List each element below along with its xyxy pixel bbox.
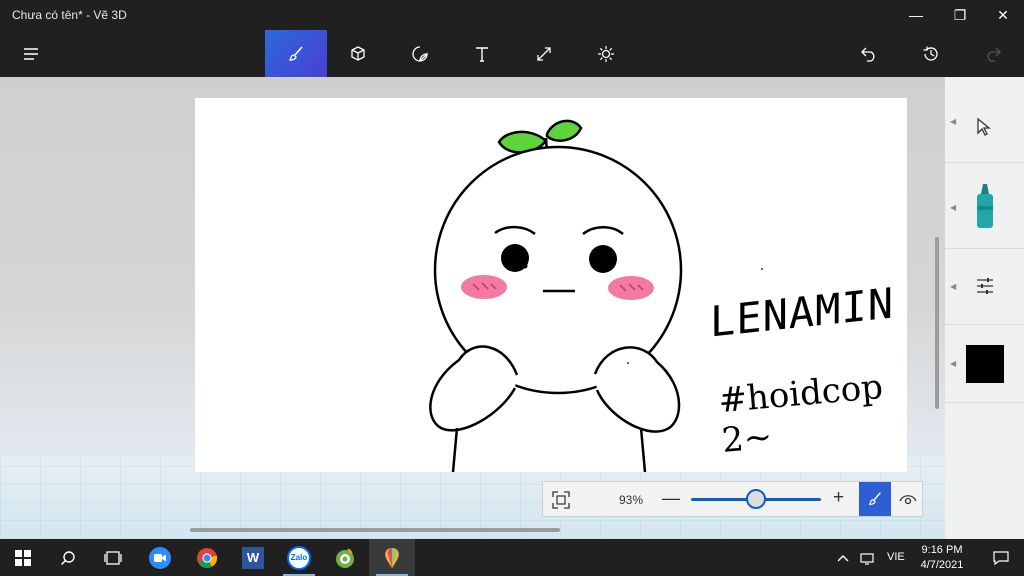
taskbar-word[interactable]: W bbox=[230, 539, 276, 576]
undo-button[interactable] bbox=[838, 30, 900, 77]
title-bar: Chưa có tên* - Vẽ 3D — ❐ ✕ bbox=[0, 0, 1024, 30]
menu-icon bbox=[24, 47, 38, 60]
chevron-left-icon: ◀ bbox=[950, 282, 957, 291]
clock-date: 4/7/2021 bbox=[920, 559, 964, 571]
stickers-button[interactable] bbox=[389, 30, 451, 77]
select-cursor-icon bbox=[977, 117, 991, 136]
window-title: Chưa có tên* - Vẽ 3D bbox=[12, 8, 127, 22]
brushes-button[interactable] bbox=[265, 30, 327, 77]
drawing-canvas[interactable]: LENAMIN #hoidcop 2~ bbox=[195, 98, 907, 472]
menu-button[interactable] bbox=[0, 30, 62, 77]
3d-shapes-button[interactable] bbox=[327, 30, 389, 77]
fit-to-screen-icon[interactable] bbox=[551, 490, 571, 510]
color-swatch[interactable] bbox=[966, 345, 1004, 383]
taskbar-zalo[interactable]: Zalo bbox=[276, 539, 322, 576]
maximize-button[interactable]: ❐ bbox=[938, 0, 982, 30]
zoom-out-button[interactable]: — bbox=[662, 488, 680, 509]
brushes-icon bbox=[288, 45, 303, 61]
marker-tool-cell[interactable]: ◀ bbox=[945, 163, 1024, 249]
main-toolbar bbox=[0, 30, 1024, 77]
taskbar-coccoc[interactable] bbox=[322, 539, 368, 576]
network-icon bbox=[860, 552, 874, 565]
zoom-in-button[interactable]: + bbox=[833, 487, 844, 509]
settings-cell[interactable]: ◀ bbox=[945, 249, 1024, 325]
stickers-icon bbox=[412, 45, 428, 62]
color-cell[interactable]: ◀ bbox=[945, 325, 1024, 403]
chrome-icon bbox=[197, 547, 218, 568]
zoom-slider-thumb[interactable] bbox=[746, 489, 766, 509]
taskbar-chrome[interactable] bbox=[184, 539, 230, 576]
coccoc-icon bbox=[336, 547, 354, 568]
handwritten-hashtag-text: #hoidcop 2~ bbox=[716, 366, 885, 461]
undo-icon bbox=[861, 47, 875, 62]
history-icon bbox=[923, 46, 938, 61]
minimize-button[interactable]: — bbox=[894, 0, 938, 30]
start-button[interactable] bbox=[0, 539, 46, 576]
task-view-icon bbox=[104, 550, 122, 565]
system-clock[interactable]: 9:16 PM 4/7/2021 bbox=[910, 543, 974, 573]
effects-icon bbox=[598, 45, 614, 62]
marker-icon bbox=[977, 184, 993, 228]
close-icon: ✕ bbox=[997, 6, 1009, 23]
paint3d-icon bbox=[385, 547, 399, 568]
canvas-button[interactable] bbox=[513, 30, 575, 77]
view-mode-button[interactable] bbox=[893, 482, 923, 516]
search-button[interactable] bbox=[45, 539, 91, 576]
text-icon bbox=[476, 46, 488, 62]
zoom-controls: 93% — + bbox=[542, 481, 923, 517]
3d-shapes-icon bbox=[351, 45, 365, 61]
show-hidden-icons-button[interactable] bbox=[831, 539, 855, 576]
chevron-up-icon bbox=[837, 554, 849, 561]
windows-start-icon bbox=[15, 549, 31, 566]
taskbar-paint3d[interactable] bbox=[369, 539, 415, 576]
task-view-button[interactable] bbox=[90, 539, 136, 576]
brush-mode-button[interactable] bbox=[859, 482, 891, 516]
zalo-icon: Zalo bbox=[287, 545, 311, 570]
select-tool-cell[interactable]: ◀ bbox=[945, 77, 1024, 163]
horizontal-scrollbar[interactable] bbox=[190, 528, 560, 532]
zoom-percentage: 93% bbox=[619, 493, 644, 507]
network-button[interactable] bbox=[855, 539, 879, 576]
language-indicator[interactable]: VIE bbox=[887, 551, 905, 563]
effects-button[interactable] bbox=[575, 30, 637, 77]
redo-icon bbox=[987, 47, 1001, 62]
clock-time: 9:16 PM bbox=[921, 544, 963, 556]
text-button[interactable] bbox=[451, 30, 513, 77]
word-icon: W bbox=[242, 546, 264, 569]
settings-sliders-icon bbox=[977, 278, 993, 294]
eye-icon bbox=[899, 495, 917, 505]
canvas-icon bbox=[537, 46, 551, 61]
chevron-left-icon: ◀ bbox=[950, 203, 957, 212]
maximize-icon: ❐ bbox=[953, 6, 967, 23]
workspace: LENAMIN #hoidcop 2~ 93% — + bbox=[0, 77, 945, 539]
close-button[interactable]: ✕ bbox=[981, 0, 1024, 30]
search-icon bbox=[60, 550, 75, 565]
brush-icon bbox=[868, 492, 881, 505]
windows-taskbar: W Zalo VIE 9:16 PM 4/7/2021 bbox=[0, 539, 1024, 576]
notification-icon bbox=[993, 550, 1009, 565]
chevron-left-icon: ◀ bbox=[950, 359, 957, 368]
history-button[interactable] bbox=[900, 30, 962, 77]
redo-button[interactable] bbox=[962, 30, 1024, 77]
tool-properties-panel: ◀ ◀ ◀ ◀ bbox=[945, 77, 1024, 539]
vertical-scrollbar[interactable] bbox=[935, 237, 939, 409]
zoom-app-icon bbox=[149, 546, 171, 569]
taskbar-zoom-app[interactable] bbox=[137, 539, 183, 576]
minimize-icon: — bbox=[909, 7, 923, 23]
action-center-button[interactable] bbox=[978, 539, 1024, 576]
chevron-left-icon: ◀ bbox=[950, 117, 957, 126]
